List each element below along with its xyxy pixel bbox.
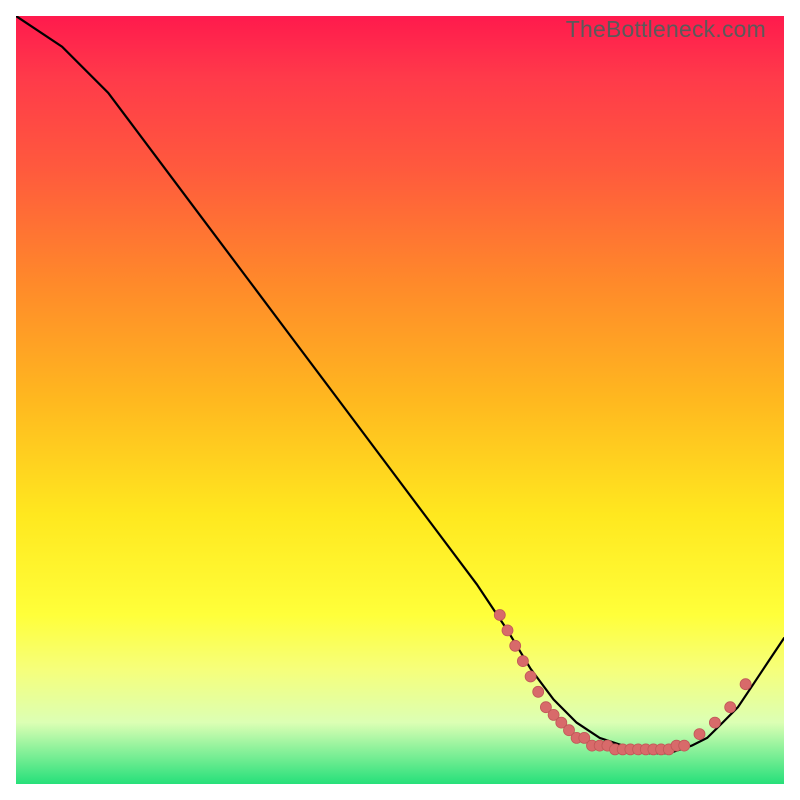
watermark-text: TheBottleneck.com bbox=[566, 16, 766, 43]
data-dot bbox=[640, 744, 651, 755]
data-dot bbox=[540, 702, 551, 713]
data-dot bbox=[587, 740, 598, 751]
data-dot bbox=[671, 740, 682, 751]
data-dot bbox=[517, 656, 528, 667]
chart-frame: TheBottleneck.com bbox=[0, 0, 800, 800]
data-dot bbox=[556, 717, 567, 728]
data-dot bbox=[602, 740, 613, 751]
data-dot bbox=[656, 744, 667, 755]
data-dot bbox=[579, 732, 590, 743]
data-dot bbox=[525, 671, 536, 682]
data-dot bbox=[679, 740, 690, 751]
data-dot bbox=[694, 729, 705, 740]
data-dot bbox=[610, 744, 621, 755]
chart-overlay-svg bbox=[16, 16, 784, 784]
bottleneck-dots bbox=[494, 610, 751, 755]
data-dot bbox=[502, 625, 513, 636]
data-dot bbox=[663, 744, 674, 755]
data-dot bbox=[709, 717, 720, 728]
data-dot bbox=[548, 709, 559, 720]
bottleneck-curve bbox=[16, 16, 784, 753]
data-dot bbox=[594, 740, 605, 751]
data-dot bbox=[533, 686, 544, 697]
data-dot bbox=[625, 744, 636, 755]
data-dot bbox=[494, 610, 505, 621]
data-dot bbox=[571, 732, 582, 743]
data-dot bbox=[617, 744, 628, 755]
data-dot bbox=[648, 744, 659, 755]
plot-area: TheBottleneck.com bbox=[16, 16, 784, 784]
data-dot bbox=[725, 702, 736, 713]
data-dot bbox=[510, 640, 521, 651]
data-dot bbox=[564, 725, 575, 736]
data-dot bbox=[740, 679, 751, 690]
data-dot bbox=[633, 744, 644, 755]
